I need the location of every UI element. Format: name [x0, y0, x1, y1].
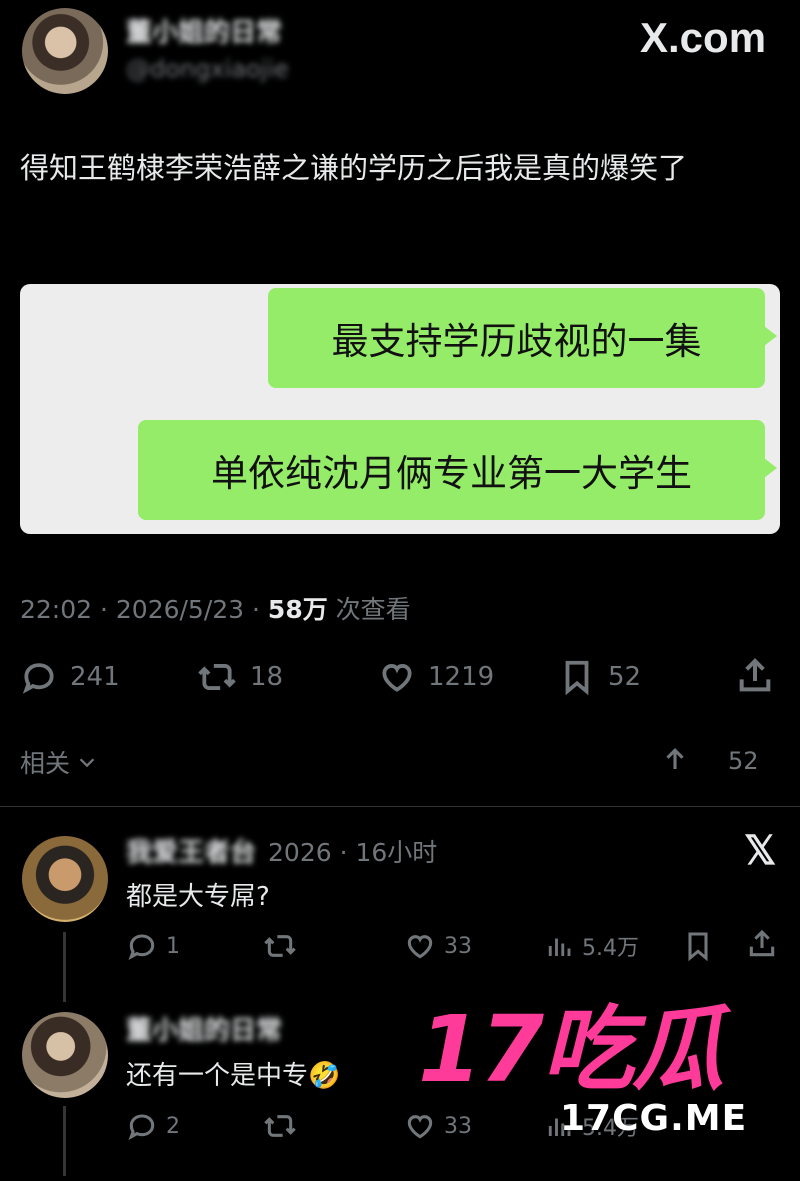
bookmark-button[interactable]: 52 [558, 658, 641, 696]
reply-2-reply-count: 2 [166, 1113, 180, 1139]
share-button[interactable] [735, 656, 775, 696]
author-handle: @dongxiaojie [126, 55, 289, 83]
x-logo-icon: 𝕏 [744, 829, 777, 873]
tweet-meta: 22:02 · 2026/5/23 · 58万 次查看 [20, 590, 411, 626]
retweet-icon [264, 935, 296, 957]
chevron-down-icon [79, 758, 95, 768]
thread-line [63, 932, 66, 1002]
bookmark-count: 52 [608, 662, 642, 692]
reply-2-reply-button[interactable]: 2 [126, 1110, 180, 1142]
reply-button[interactable]: 241 [20, 658, 120, 696]
like-icon [407, 935, 433, 959]
arrow-up-icon [666, 748, 684, 769]
reply-1-name[interactable]: 我爱王者台 2026 · 16小时 [126, 832, 437, 869]
retweet-icon [198, 664, 236, 690]
retweet-icon [264, 1115, 296, 1137]
views-icon [548, 938, 571, 956]
reply-1-share-button[interactable] [746, 928, 778, 960]
reply-1-text: 都是大专屌? [126, 882, 270, 912]
related-label: 相关 [20, 749, 71, 778]
reply-1-bookmark-button[interactable] [682, 930, 714, 962]
reply-1-views[interactable]: 5.4万 [544, 930, 639, 962]
related-count: 52 [728, 747, 759, 775]
reply-1-view-count: 5.4万 [582, 936, 639, 961]
chat-bubble-1: 最支持学历歧视的一集 [268, 288, 777, 388]
reply-icon [128, 934, 155, 960]
view-label: 次查看 [327, 595, 411, 624]
reply-1-reply-count: 1 [166, 933, 180, 959]
reply-1-author[interactable]: 我爱王者台 [126, 832, 256, 869]
tweet-time: 22:02 · 2026/5/23 · [20, 595, 268, 624]
reply-1-retweet-button[interactable] [262, 930, 298, 962]
like-icon [407, 1115, 433, 1139]
reply-2-like-count: 33 [444, 1113, 472, 1139]
reply-1-avatar[interactable] [22, 836, 108, 922]
reply-1-meta: 2026 · 16小时 [268, 838, 438, 867]
bookmark-icon [688, 932, 708, 962]
retweet-count: 18 [250, 662, 284, 692]
thread-line [63, 1106, 66, 1176]
reply-icon [128, 1114, 155, 1140]
tweet-image[interactable]: 最支持学历歧视的一集 单依纯沈月俩专业第一大学生 [20, 284, 780, 534]
reply-1-like-count: 33 [444, 933, 472, 959]
watermark-url: 17CG.ME [560, 1098, 748, 1139]
view-count: 58万 [267, 595, 328, 624]
share-icon [739, 658, 771, 692]
watermark-logo: 17吃瓜 [418, 996, 724, 1103]
reply-icon [22, 663, 54, 694]
retweet-button[interactable]: 18 [196, 658, 283, 696]
reply-2-author[interactable]: 董小姐的日常 [126, 1010, 282, 1047]
site-logo[interactable]: X.com [640, 14, 766, 62]
author-name[interactable]: 董小姐的日常 [126, 12, 282, 49]
reply-1-reply-button[interactable]: 1 [126, 930, 180, 962]
divider [0, 806, 800, 807]
share-icon [749, 929, 775, 957]
reply-2-like-button[interactable]: 33 [404, 1110, 472, 1142]
reply-1-like-button[interactable]: 33 [404, 930, 472, 962]
reply-count: 241 [70, 662, 120, 692]
author-avatar[interactable] [22, 8, 108, 94]
like-button[interactable]: 1219 [378, 658, 494, 696]
bookmark-icon [565, 660, 589, 696]
like-icon [382, 664, 412, 692]
like-count: 1219 [428, 662, 495, 692]
chat-bubble-2: 单依纯沈月俩专业第一大学生 [138, 420, 777, 520]
reply-2-avatar[interactable] [22, 1012, 108, 1098]
tweet-text: 得知王鹤棣李荣浩薛之谦的学历之后我是真的爆笑了 [20, 151, 688, 185]
related-toggle[interactable]: 相关 [20, 744, 98, 780]
scroll-top-button[interactable] [660, 744, 690, 778]
reply-2-retweet-button[interactable] [262, 1110, 298, 1142]
reply-2-text: 还有一个是中专🤣 [126, 1061, 341, 1091]
